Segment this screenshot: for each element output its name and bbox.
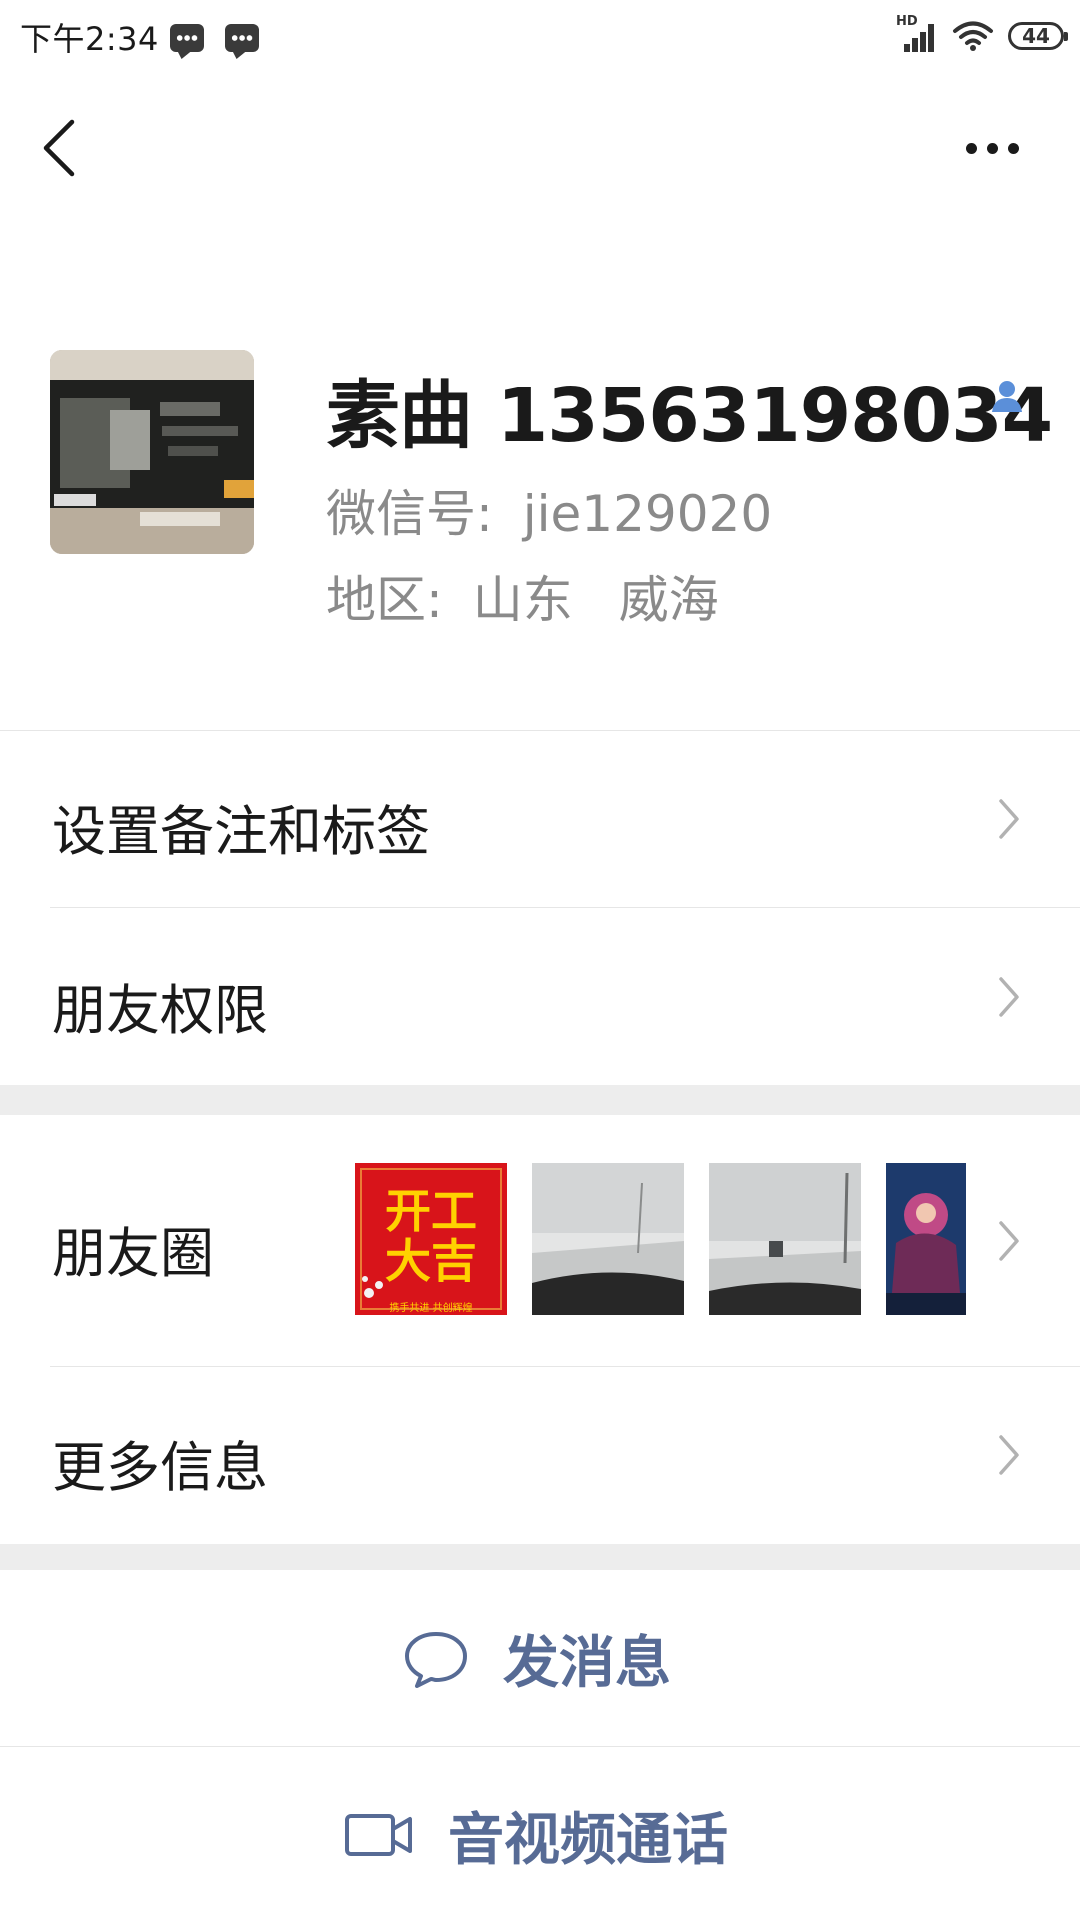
region-row: 地区: 山东 威海 <box>326 560 719 632</box>
section-gap <box>0 1085 1080 1115</box>
moments-thumb[interactable] <box>886 1163 966 1315</box>
video-call-label: 音视频通话 <box>448 1807 728 1873</box>
chevron-right-icon <box>999 1435 1019 1475</box>
status-time: 下午2:34 <box>20 20 159 58</box>
video-call-button[interactable]: 音视频通话 <box>0 1747 1080 1920</box>
send-message-label: 发消息 <box>503 1630 671 1696</box>
moments-thumb-image: 开工 大吉 携手共进 共创辉煌 <box>355 1163 507 1315</box>
avatar-image <box>50 350 254 554</box>
wechat-id-row: 微信号: jie129020 <box>326 474 772 546</box>
network-type-label: HD <box>896 14 918 29</box>
chevron-right-icon <box>999 1221 1019 1261</box>
moments-thumb-image <box>709 1163 861 1315</box>
status-indicators: HD 44 <box>896 14 1068 56</box>
moments-thumb-image <box>886 1163 966 1315</box>
moments-thumb-caption: 携手共进 共创辉煌 <box>389 1301 472 1314</box>
moments-label: 朋友圈 <box>52 1222 214 1285</box>
moments-thumbnails[interactable]: 开工 大吉 携手共进 共创辉煌 <box>355 1163 966 1315</box>
signal-icon: HD <box>896 14 938 54</box>
more-info-label: 更多信息 <box>52 1436 268 1499</box>
friend-permissions-cell[interactable]: 朋友权限 <box>0 908 1080 1085</box>
more-dots-icon[interactable] <box>960 130 1024 166</box>
more-info-cell[interactable]: 更多信息 <box>0 1367 1080 1544</box>
moments-thumb[interactable]: 开工 大吉 携手共进 共创辉煌 <box>355 1163 507 1315</box>
message-icon <box>170 24 204 52</box>
section-gap <box>0 1544 1080 1570</box>
wechat-id-label: 微信号: <box>326 485 493 543</box>
person-badge-icon <box>992 381 1022 412</box>
back-chevron-icon[interactable] <box>40 116 80 180</box>
wifi-icon <box>953 21 993 51</box>
video-camera-icon <box>345 1814 412 1856</box>
remark-tags-label: 设置备注和标签 <box>52 800 430 863</box>
avatar[interactable] <box>50 350 254 554</box>
moments-thumb[interactable] <box>709 1163 861 1315</box>
moments-thumb-text-top: 开工 <box>385 1184 477 1238</box>
chevron-right-icon <box>999 977 1019 1017</box>
region-label: 地区: <box>326 571 443 629</box>
region-province: 山东 <box>472 571 573 629</box>
chevron-right-icon <box>999 799 1019 839</box>
message-icon <box>225 24 259 52</box>
status-bar: 下午2:34 HD 44 <box>0 0 1080 72</box>
wechat-id-value: jie129020 <box>522 485 773 543</box>
battery-level: 44 <box>1022 24 1050 48</box>
battery-icon: 44 <box>1008 22 1068 50</box>
remark-tags-cell[interactable]: 设置备注和标签 <box>0 731 1080 907</box>
moments-thumb-text-bottom: 大吉 <box>385 1234 477 1288</box>
profile-name: 素曲 13563198034 <box>326 373 1053 459</box>
moments-thumb-image <box>532 1163 684 1315</box>
friend-permissions-label: 朋友权限 <box>52 979 268 1042</box>
moments-thumb[interactable] <box>532 1163 684 1315</box>
send-message-button[interactable]: 发消息 <box>0 1570 1080 1746</box>
region-city: 威海 <box>618 571 719 629</box>
chat-bubble-icon <box>405 1632 467 1688</box>
